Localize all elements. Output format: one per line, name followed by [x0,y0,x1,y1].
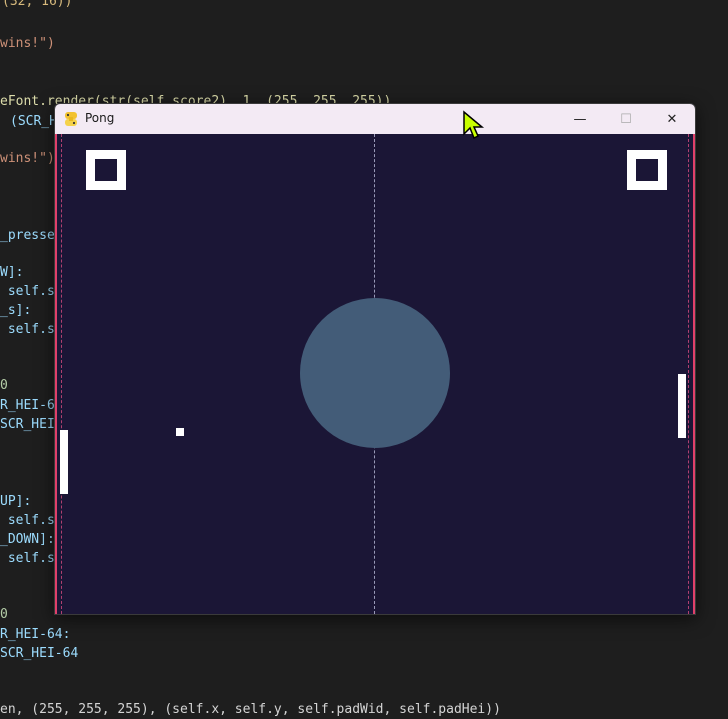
code-line: (SCR_H [10,112,57,131]
code-token: _DOWN]: [0,532,55,547]
code-token: W]: [0,265,24,280]
left-score: 0 [86,150,126,190]
code-token: R_HEI-64: [0,627,71,642]
left-boundary-line [55,134,57,614]
right-gutter-line [688,134,689,614]
code-line: (32, 16)) [2,0,72,11]
code-line: SCR_HEI-64 [0,644,78,663]
right-paddle [678,374,686,438]
close-button[interactable]: ✕ [649,104,695,134]
right-boundary-line [693,134,695,614]
center-circle [300,298,450,448]
code-line: wins!") [0,34,55,53]
code-line: _s]: [0,301,31,320]
code-line: 0 [0,605,8,624]
code-token: (32, 16)) [2,0,73,9]
code-line: _DOWN]: [0,530,55,549]
minimize-button[interactable]: — [557,104,603,134]
maximize-icon: ☐ [620,111,632,127]
python-icon [65,112,77,126]
code-token: 0 [0,378,8,393]
maximize-button[interactable]: ☐ [603,104,649,134]
code-token: wins!") [0,151,55,166]
code-token: (SCR_H [10,114,57,129]
code-token: wins!") [0,36,55,51]
arrow-cursor-icon [463,110,485,140]
minimize-icon: — [573,111,587,127]
code-token: SCR_HEI-64 [0,646,79,661]
code-line: wins!") [0,149,55,168]
code-line: R_HEI-64: [0,625,70,644]
code-token: en, (255, 255, 255), (self.x, self.y, se… [0,702,501,717]
code-token: _s]: [0,303,32,318]
pong-window[interactable]: Pong — ☐ ✕ 0 0 [54,103,696,615]
ball [176,428,184,436]
code-line: en, (255, 255, 255), (self.x, self.y, se… [0,700,501,719]
window-title: Pong [85,111,115,125]
close-icon: ✕ [666,111,678,127]
code-line: UP]: [0,492,31,511]
game-canvas[interactable]: 0 0 [55,134,695,614]
code-line: W]: [0,263,23,282]
code-token: 0 [0,607,8,622]
left-paddle [60,430,68,494]
title-bar[interactable]: Pong — ☐ ✕ [55,104,695,134]
right-score: 0 [627,150,667,190]
code-line: 0 [0,376,8,395]
code-token: UP]: [0,494,32,509]
left-gutter-line [61,134,62,614]
